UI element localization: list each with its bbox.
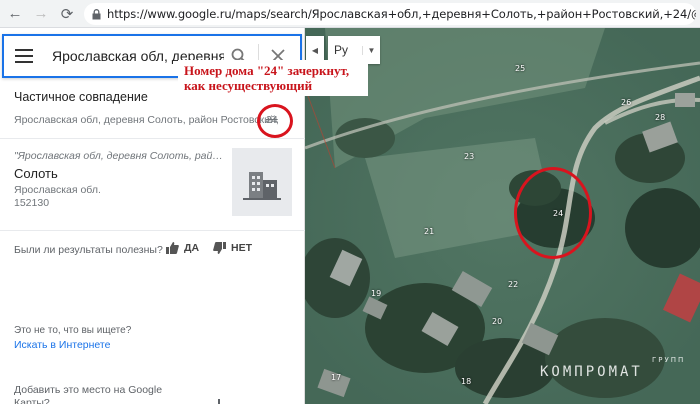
divider — [0, 138, 305, 139]
reload-button[interactable]: ⟳ — [56, 3, 78, 25]
partial-match-title: Частичное совпадение — [14, 90, 148, 104]
chevron-down-icon: ▼ — [362, 45, 380, 55]
back-button[interactable]: ← — [4, 3, 26, 25]
result-thumbnail[interactable] — [232, 148, 292, 216]
house-number-25: 25 — [515, 64, 526, 73]
house-number-18: 18 — [461, 377, 472, 386]
house-number-21: 21 — [424, 227, 435, 236]
address-bar[interactable]: https://www.google.ru/maps/search/Яросла… — [84, 3, 696, 25]
house-number-17: 17 — [331, 373, 342, 382]
watermark-small: ГРУПП — [652, 356, 686, 364]
result-query-quote[interactable]: "Ярославская обл, деревня Солоть, район … — [14, 150, 224, 162]
add-place-text: Добавить это место на Google Карты? — [14, 384, 163, 404]
house-number-22: 22 — [508, 280, 519, 289]
result-postcode: 152130 — [14, 197, 50, 209]
feedback-yes-button[interactable]: ДА — [166, 242, 199, 254]
screenshot-root: ← → ⟳ https://www.google.ru/maps/search/… — [0, 0, 700, 404]
building-icon — [243, 172, 281, 200]
browser-toolbar: ← → ⟳ https://www.google.ru/maps/search/… — [0, 0, 700, 28]
lock-icon — [92, 8, 101, 20]
menu-icon[interactable] — [4, 36, 44, 76]
add-place-icon[interactable] — [202, 396, 236, 404]
highlight-ring-number — [257, 104, 293, 138]
highlight-ring-house-24 — [514, 167, 592, 259]
annotation-line-2: как несуществующий — [184, 78, 313, 93]
search-web-link[interactable]: Искать в Интернете — [14, 339, 110, 351]
result-name[interactable]: Солоть — [14, 166, 58, 181]
url-text: https://www.google.ru/maps/search/Яросла… — [107, 7, 696, 21]
feedback-question: Были ли результаты полезны? — [14, 244, 163, 256]
divider — [0, 230, 305, 231]
annotation-line-1: Номер дома "24" зачеркнут, — [184, 63, 350, 78]
house-number-28: 28 — [655, 113, 666, 122]
feedback-yes-label: ДА — [184, 242, 200, 254]
not-found-question: Это не то, что вы ищете? — [14, 325, 132, 336]
language-label: Ру — [334, 43, 349, 57]
thumbs-up-icon — [166, 242, 179, 254]
house-number-26: 26 — [621, 98, 632, 107]
house-number-19: 19 — [371, 289, 382, 298]
house-number-23: 23 — [464, 152, 475, 161]
feedback-no-label: НЕТ — [231, 242, 252, 254]
watermark-logo: КОМПРОМАТ — [540, 364, 643, 380]
forward-button[interactable]: → — [30, 3, 52, 25]
feedback-no-button[interactable]: НЕТ — [213, 242, 252, 254]
partial-match-address: Ярославская обл, деревня Солоть, район Р… — [14, 114, 279, 126]
house-number-20: 20 — [492, 317, 503, 326]
result-region: Ярославская обл. — [14, 184, 101, 196]
annotation-callout: Номер дома "24" зачеркнут, как несуществ… — [178, 60, 368, 96]
thumbs-down-icon — [213, 242, 226, 254]
